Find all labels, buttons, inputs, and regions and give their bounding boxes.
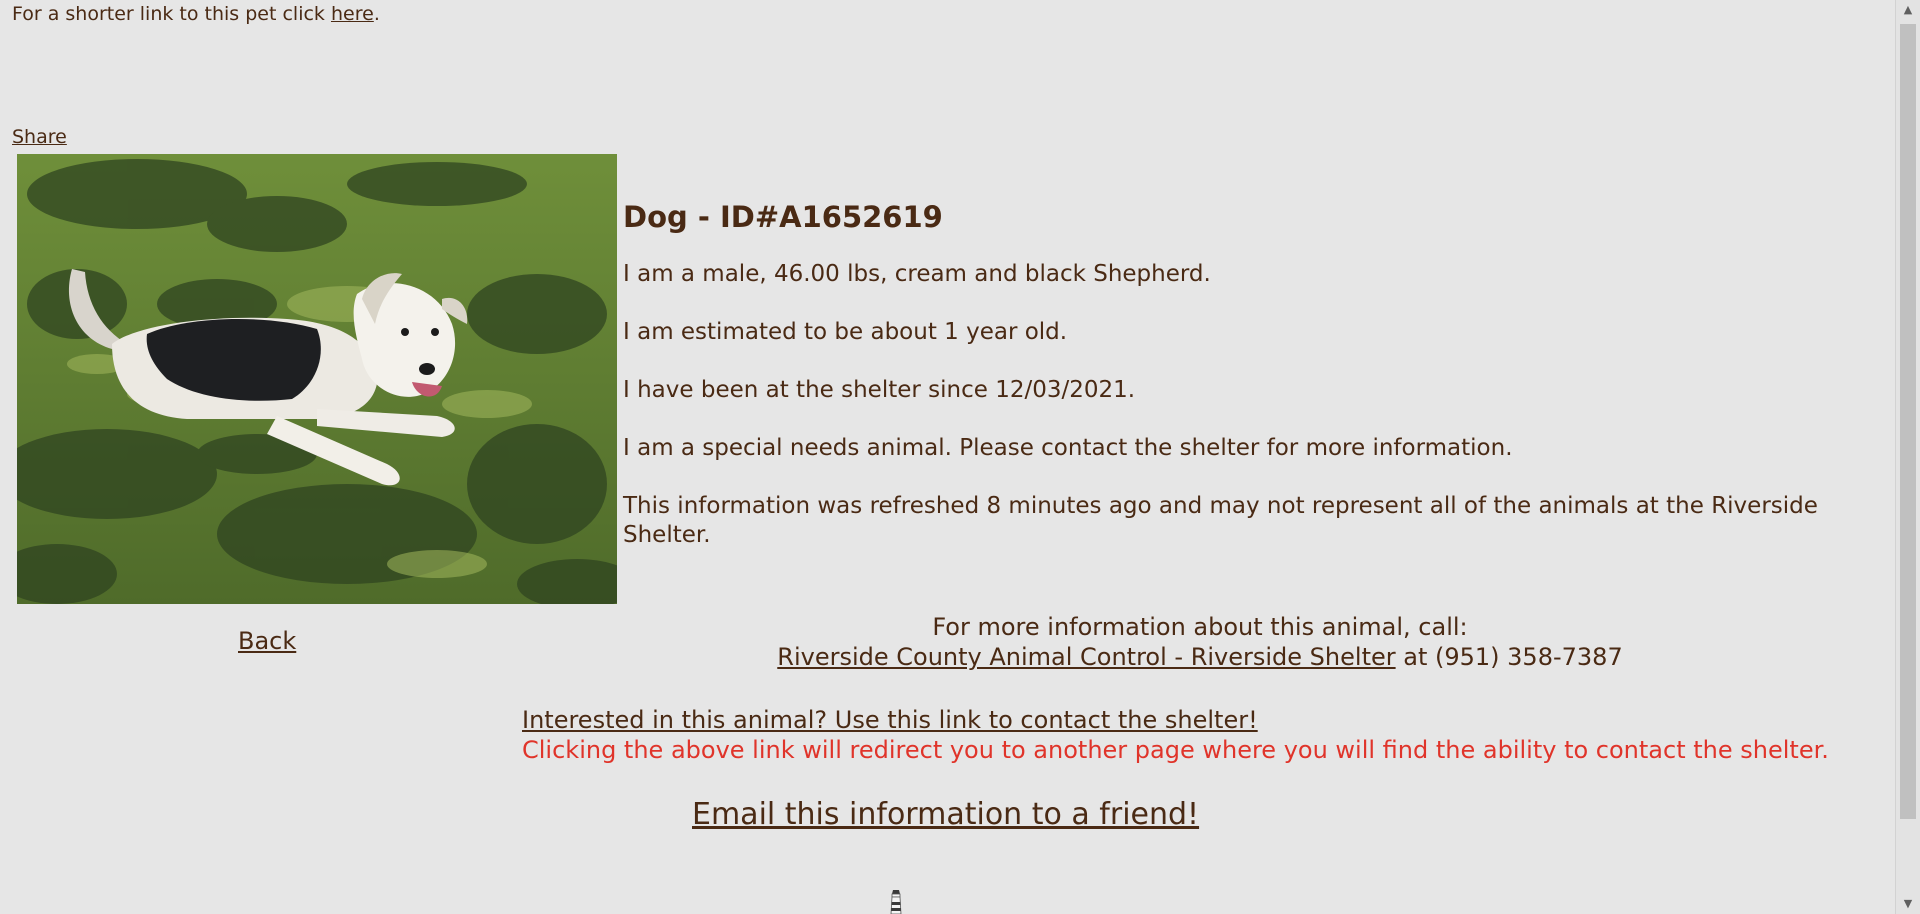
contact-shelter-link[interactable]: Interested in this animal? Use this link… (522, 706, 1258, 734)
back-link[interactable]: Back (238, 627, 296, 655)
vertical-scrollbar[interactable]: ▲ ▼ (1895, 0, 1920, 914)
lighthouse-icon-graphic (890, 890, 902, 914)
scrollbar-thumb[interactable] (1900, 24, 1916, 819)
animal-description-age: I am estimated to be about 1 year old. (623, 319, 1068, 345)
shortlink-text: For a shorter link to this pet click her… (12, 3, 380, 25)
animal-info: Dog - ID#A1652619 I am a male, 46.00 lbs… (623, 196, 1883, 579)
share-link[interactable]: Share (12, 126, 67, 148)
animal-description-sex-weight: I am a male, 46.00 lbs, cream and black … (623, 261, 1211, 287)
shelter-phone: at (951) 358-7387 (1403, 643, 1623, 671)
dog-photo-image (17, 154, 617, 604)
contact-info: For more information about this animal, … (600, 612, 1800, 672)
animal-title: Dog - ID#A1652619 (623, 200, 943, 234)
shelter-link[interactable]: Riverside County Animal Control - Rivers… (777, 643, 1395, 671)
email-friend-link[interactable]: Email this information to a friend! (692, 797, 1199, 832)
interest-block: Interested in this animal? Use this link… (522, 705, 1829, 765)
refresh-note: This information was refreshed 8 minutes… (623, 493, 1818, 548)
shortlink-suffix: . (373, 3, 380, 25)
contact-line: Riverside County Animal Control - Rivers… (600, 642, 1800, 672)
shortlink-prefix: For a shorter link to this pet click (12, 3, 325, 25)
contact-intro: For more information about this animal, … (932, 613, 1468, 641)
redirect-warning: Clicking the above link will redirect yo… (522, 736, 1829, 764)
shortlink-link[interactable]: here (331, 3, 374, 25)
lighthouse-icon (886, 888, 906, 914)
chevron-up-icon[interactable]: ▲ (1896, 0, 1920, 20)
animal-description-special-needs: I am a special needs animal. Please cont… (623, 435, 1513, 461)
dog-photo (17, 154, 617, 604)
animal-description-intake-date: I have been at the shelter since 12/03/2… (623, 377, 1136, 403)
chevron-down-icon[interactable]: ▼ (1896, 894, 1920, 914)
